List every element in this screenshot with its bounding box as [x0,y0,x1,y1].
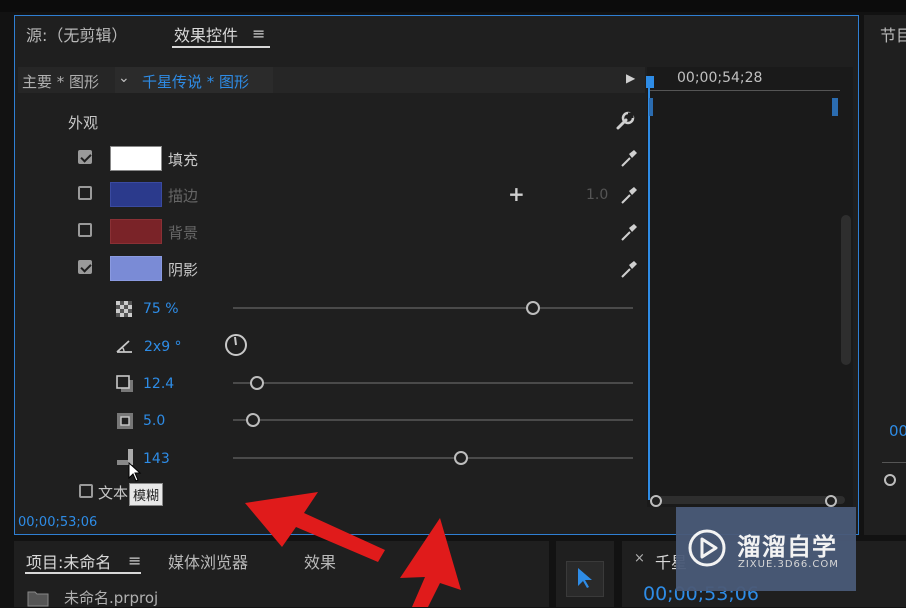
program-ruler [882,462,906,463]
watermark-logo: 溜溜自学 ZIXUE.3D66.COM [676,507,856,591]
program-zoom-handle[interactable] [884,474,896,486]
watermark-title: 溜溜自学 [737,533,837,561]
watermark-subtitle: ZIXUE.3D66.COM [738,559,839,570]
play-logo-icon [688,529,726,567]
